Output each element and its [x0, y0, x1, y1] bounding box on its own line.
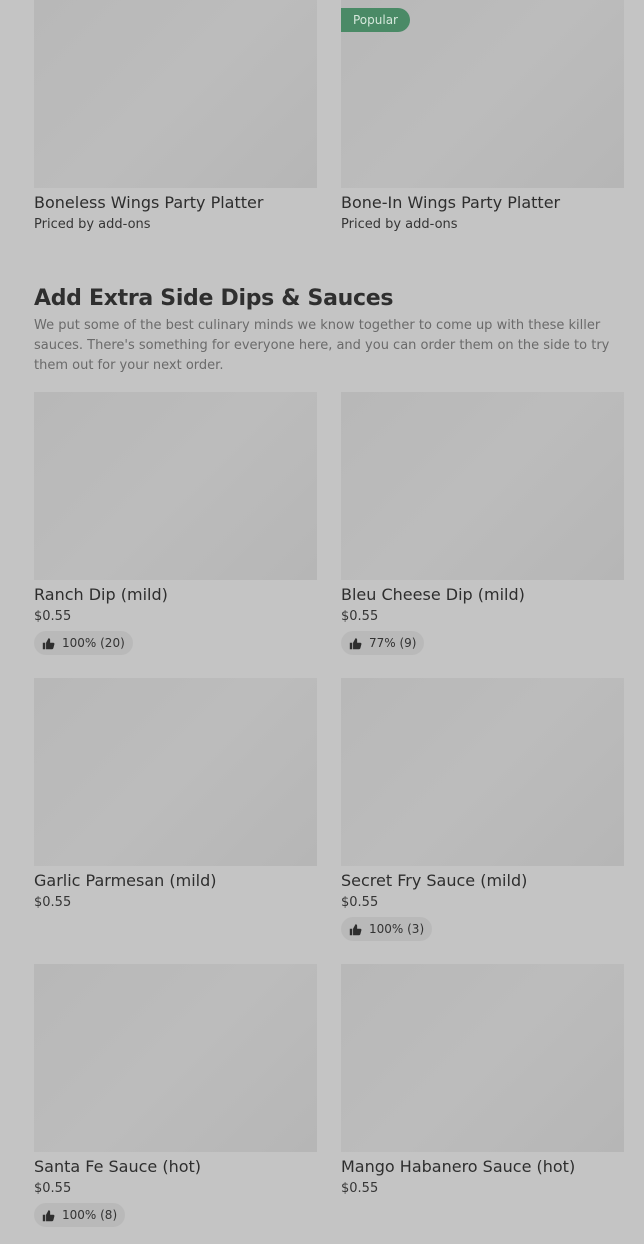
section-title: Add Extra Side Dips & Sauces: [34, 286, 394, 311]
rating-badge: 100% (3): [341, 917, 433, 941]
item-name: Ranch Dip (mild): [34, 585, 168, 604]
rating-badge: 77% (9): [341, 631, 425, 655]
item-image: [341, 964, 624, 1152]
item-name: Boneless Wings Party Platter: [34, 193, 264, 212]
menu-item-card[interactable]: Bleu Cheese Dip (mild) $0.55 77% (9): [341, 392, 624, 655]
thumbs-up-icon: [42, 637, 55, 649]
rating-text: 100% (3): [369, 922, 425, 936]
item-image: [34, 0, 317, 188]
item-price: $0.55: [34, 895, 72, 910]
item-name: Santa Fe Sauce (hot): [34, 1157, 202, 1176]
menu-item-card[interactable]: Popular Bone-In Wings Party Platter Pric…: [341, 0, 624, 262]
item-price: $0.55: [341, 895, 379, 910]
rating-text: 77% (9): [369, 636, 417, 650]
rating-text: 100% (8): [62, 1208, 118, 1222]
thumbs-up-icon: [349, 637, 362, 649]
rating-badge: 100% (20): [34, 631, 133, 655]
item-image: [34, 678, 317, 866]
item-image: [341, 678, 624, 866]
menu-item-card[interactable]: Ranch Dip (mild) $0.55 100% (20): [34, 392, 317, 655]
item-price: Priced by add-ons: [341, 217, 458, 232]
section-description: We put some of the best culinary minds w…: [34, 318, 610, 373]
item-name: Bone-In Wings Party Platter: [341, 193, 561, 212]
item-image: [34, 392, 317, 580]
menu-item-card[interactable]: Garlic Parmesan (mild) $0.55: [34, 678, 317, 940]
thumbs-up-icon: [349, 923, 362, 935]
menu-item-card[interactable]: Santa Fe Sauce (hot) $0.55 100% (8): [34, 964, 317, 1227]
item-price: $0.55: [34, 1181, 72, 1196]
rating-text: 100% (20): [62, 636, 125, 650]
item-image: [34, 964, 317, 1152]
menu-item-card[interactable]: Boneless Wings Party Platter Priced by a…: [34, 0, 317, 262]
thumbs-up-icon: [42, 1209, 55, 1221]
item-name: Garlic Parmesan (mild): [34, 871, 217, 890]
item-name: Mango Habanero Sauce (hot): [341, 1157, 576, 1176]
item-image: [341, 392, 624, 580]
item-price: $0.55: [341, 1181, 379, 1196]
menu-page: Boneless Wings Party Platter Priced by a…: [0, 0, 644, 1244]
item-name: Bleu Cheese Dip (mild): [341, 585, 525, 604]
item-image: Popular: [341, 0, 624, 188]
item-name: Secret Fry Sauce (mild): [341, 871, 528, 890]
rating-badge: 100% (8): [34, 1203, 126, 1227]
platter-grid: Boneless Wings Party Platter Priced by a…: [34, 0, 624, 262]
sauce-grid: Ranch Dip (mild) $0.55 100% (20) Bleu Ch…: [34, 392, 624, 1227]
item-price: Priced by add-ons: [34, 217, 151, 232]
item-price: $0.55: [341, 609, 379, 624]
menu-item-card[interactable]: Mango Habanero Sauce (hot) $0.55: [341, 964, 624, 1226]
menu-item-card[interactable]: Secret Fry Sauce (mild) $0.55 100% (3): [341, 678, 624, 941]
item-price: $0.55: [34, 609, 72, 624]
popular-badge: Popular: [341, 8, 410, 32]
